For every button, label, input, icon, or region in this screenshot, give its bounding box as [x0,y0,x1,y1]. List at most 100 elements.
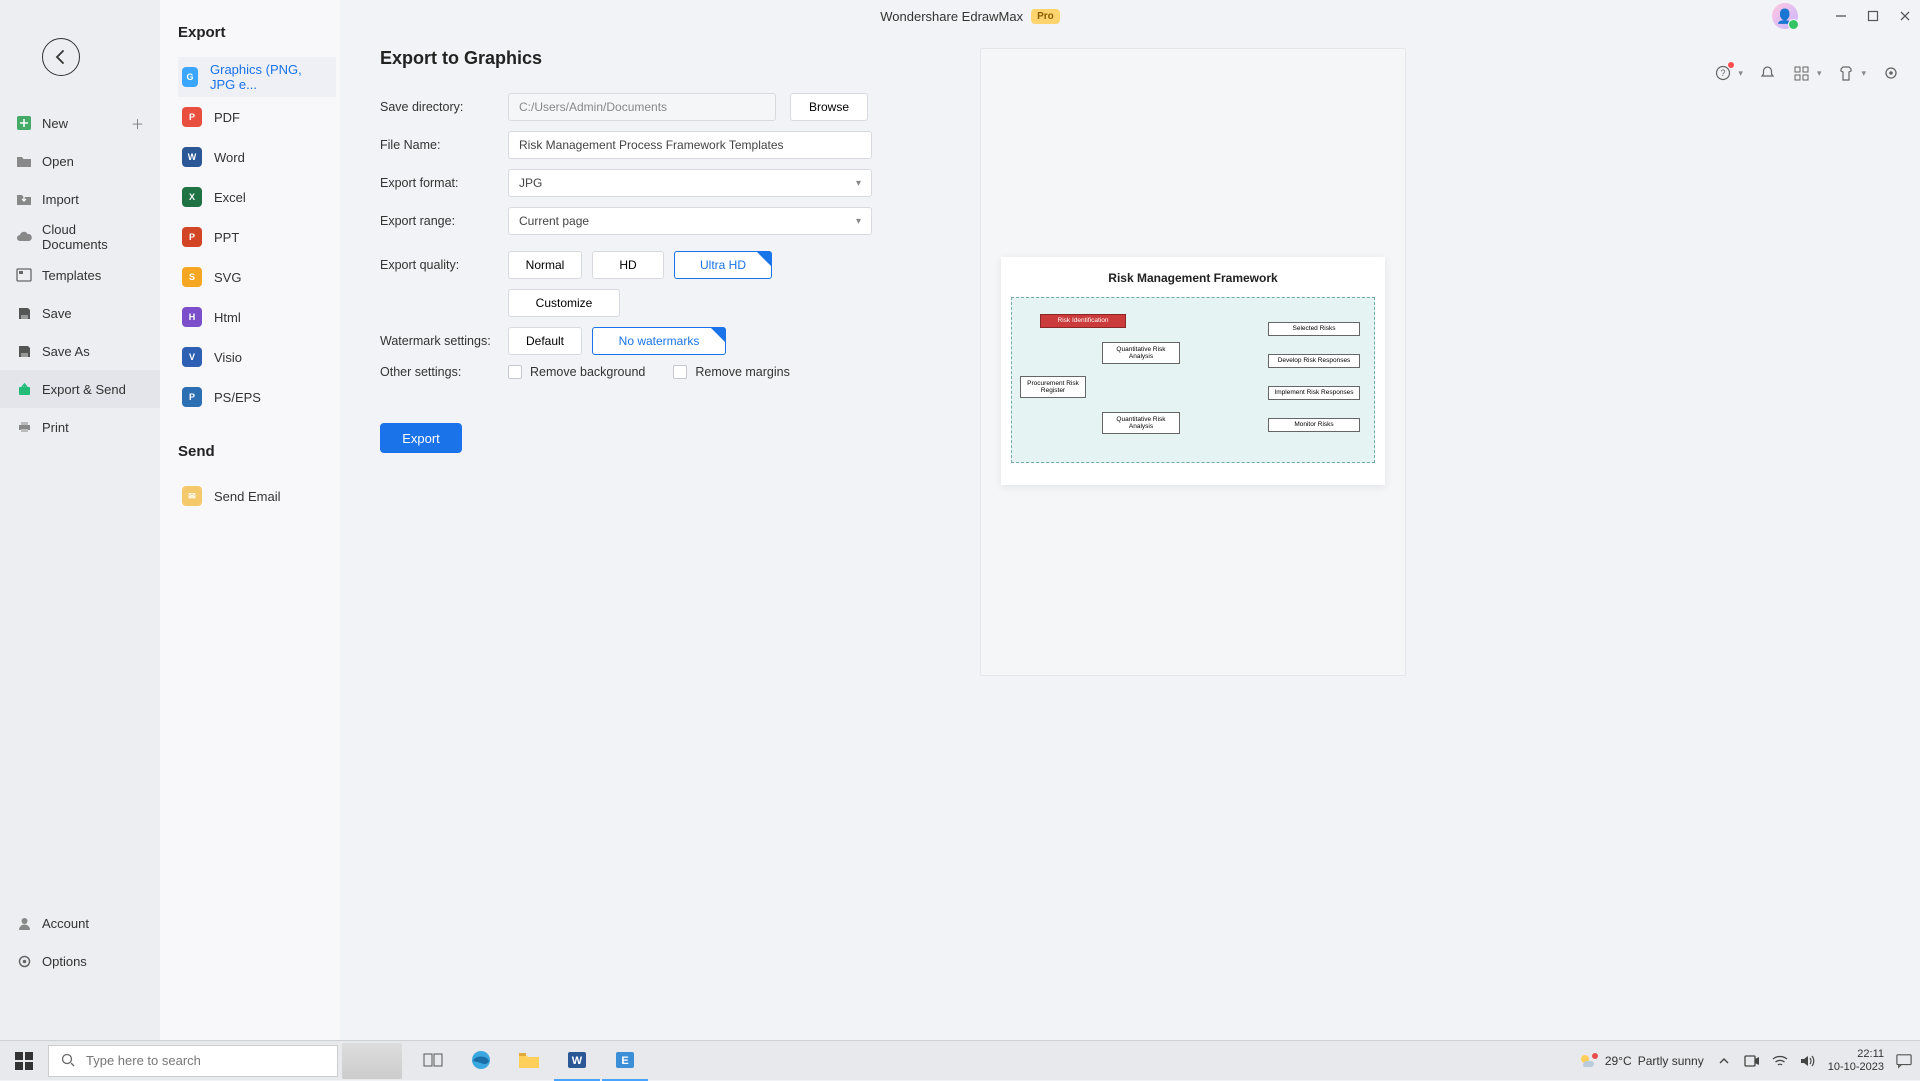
nav-open[interactable]: Open [0,142,160,180]
save-dir-input[interactable] [508,93,776,121]
clothing-icon[interactable] [1837,64,1855,82]
ps-icon: P [182,387,202,407]
format-label: PDF [214,110,240,125]
format-word[interactable]: W Word [178,137,336,177]
save-dir-label: Save directory: [380,100,508,114]
wifi-icon[interactable] [1772,1053,1788,1069]
word-icon: W [182,147,202,167]
export-format-select[interactable]: JPG ▾ [508,169,872,197]
weather-desc: Partly sunny [1638,1054,1704,1068]
chevron-down-icon[interactable]: ▾ [1817,68,1822,79]
taskbar: Type here to search W E 29°C Partly sunn… [0,1040,1920,1080]
date: 10-10-2023 [1828,1061,1884,1074]
format-ps-eps[interactable]: P PS/EPS [178,377,336,417]
seg-label: No watermarks [619,334,700,348]
diagram-box: Monitor Risks [1268,418,1360,432]
watermark-label: Watermark settings: [380,334,508,348]
minimize-button[interactable] [1834,9,1848,23]
chevron-down-icon[interactable]: ▾ [1738,68,1743,79]
checkbox-icon [508,365,522,379]
nav-import[interactable]: Import [0,180,160,218]
format-label: Send Email [214,489,280,504]
nav-save[interactable]: Save [0,294,160,332]
nav-options[interactable]: Options [0,942,160,980]
quality-hd[interactable]: HD [592,251,664,279]
avatar[interactable]: 👤 [1772,3,1798,29]
excel-icon: X [182,187,202,207]
print-icon [16,419,32,435]
quality-customize[interactable]: Customize [508,289,620,317]
bell-icon[interactable] [1759,64,1777,82]
save-icon [16,305,32,321]
chk-label: Remove background [530,365,645,379]
nav-save-as[interactable]: Save As [0,332,160,370]
nav-print[interactable]: Print [0,408,160,446]
browse-button[interactable]: Browse [790,93,868,121]
maximize-button[interactable] [1866,9,1880,23]
plus-icon[interactable]: ＋ [131,114,144,133]
plus-square-icon [16,115,32,131]
cortana-widget[interactable] [342,1043,402,1079]
settings-icon[interactable] [1882,64,1900,82]
nav-templates[interactable]: Templates [0,256,160,294]
remove-margins-checkbox[interactable]: Remove margins [673,365,789,379]
apps-icon[interactable] [1793,64,1811,82]
gear-icon [16,953,32,969]
edrawmax-button[interactable]: E [602,1041,648,1081]
format-ppt[interactable]: P PPT [178,217,336,257]
task-view-button[interactable] [410,1041,456,1081]
nav-label: Save [42,306,72,321]
nav-cloud-documents[interactable]: Cloud Documents [0,218,160,256]
format-pdf[interactable]: P PDF [178,97,336,137]
search-input[interactable]: Type here to search [48,1045,338,1077]
export-range-select[interactable]: Current page ▾ [508,207,872,235]
tray-chevron-icon[interactable] [1716,1053,1732,1069]
diagram-box: Procurement Risk Register [1020,376,1086,398]
clock[interactable]: 22:11 10-10-2023 [1828,1048,1884,1073]
word-button[interactable]: W [554,1041,600,1081]
help-icon[interactable]: ? [1714,64,1732,82]
export-range-label: Export range: [380,214,508,228]
format-html[interactable]: H Html [178,297,336,337]
remove-background-checkbox[interactable]: Remove background [508,365,645,379]
send-email[interactable]: ✉ Send Email [178,476,336,516]
diagram-box: Selected Risks [1268,322,1360,336]
back-button[interactable] [42,38,80,76]
watermark-none[interactable]: No watermarks [592,327,726,355]
nav-label: Options [42,954,87,969]
meet-now-icon[interactable] [1744,1053,1760,1069]
export-icon [16,381,32,397]
chevron-down-icon[interactable]: ▾ [1861,68,1866,79]
close-button[interactable] [1898,9,1912,23]
export-quality-label: Export quality: [380,258,508,272]
selected-corner-icon [711,328,725,342]
ppt-icon: P [182,227,202,247]
preview-diagram: Risk Identification Quantitative Risk An… [1011,297,1375,463]
selected-corner-icon [757,252,771,266]
weather-icon [1577,1050,1599,1072]
nav-new[interactable]: New ＋ [0,104,160,142]
quality-normal[interactable]: Normal [508,251,582,279]
nav-label: Templates [42,268,101,283]
svg-icon: S [182,267,202,287]
diagram-box: Develop Risk Responses [1268,354,1360,368]
explorer-button[interactable] [506,1041,552,1081]
file-name-input[interactable] [508,131,872,159]
svg-text:E: E [621,1055,628,1067]
edge-button[interactable] [458,1041,504,1081]
export-button[interactable]: Export [380,423,462,453]
quality-ultra-hd[interactable]: Ultra HD [674,251,772,279]
nav-export-send[interactable]: Export & Send [0,370,160,408]
format-visio[interactable]: V Visio [178,337,336,377]
format-svg[interactable]: S SVG [178,257,336,297]
nav-account[interactable]: Account [0,904,160,942]
watermark-default[interactable]: Default [508,327,582,355]
volume-icon[interactable] [1800,1053,1816,1069]
weather-widget[interactable]: 29°C Partly sunny [1577,1050,1704,1072]
start-button[interactable] [0,1041,48,1081]
visio-icon: V [182,347,202,367]
diagram-box: Quantitative Risk Analysis [1102,412,1180,434]
notifications-icon[interactable] [1896,1053,1912,1069]
format-excel[interactable]: X Excel [178,177,336,217]
nav-label: Account [42,916,89,931]
